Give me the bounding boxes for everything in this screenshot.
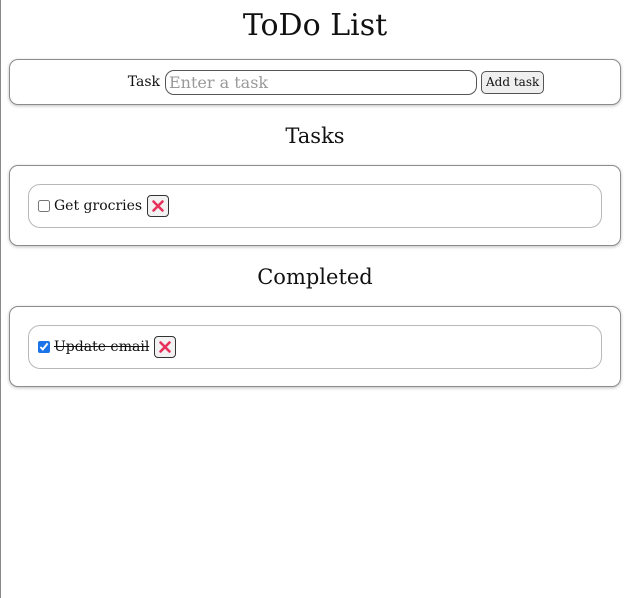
completed-checkbox[interactable] xyxy=(38,341,50,353)
task-text: Get grocries xyxy=(54,198,143,214)
task-item: Get grocries xyxy=(28,184,602,228)
completed-list: Update email xyxy=(9,306,621,387)
delete-task-button[interactable] xyxy=(147,195,170,217)
close-x-icon xyxy=(159,341,172,353)
tasks-list: Get grocries xyxy=(9,165,621,246)
completed-item: Update email xyxy=(28,325,602,369)
close-x-icon xyxy=(152,200,164,212)
tasks-heading: Tasks xyxy=(285,124,345,148)
add-task-form: Task Add task xyxy=(9,59,621,105)
add-task-button[interactable]: Add task xyxy=(481,70,545,94)
task-checkbox[interactable] xyxy=(38,200,50,212)
completed-task-text: Update email xyxy=(54,339,150,355)
delete-completed-button[interactable] xyxy=(154,336,177,358)
completed-heading: Completed xyxy=(257,265,373,289)
task-label: Task xyxy=(127,74,160,90)
window-left-edge xyxy=(0,0,1,598)
page-title: ToDo List xyxy=(242,8,388,43)
todo-app: ToDo List Task Add task Tasks Get grocri… xyxy=(9,0,621,387)
task-input[interactable] xyxy=(165,69,477,95)
